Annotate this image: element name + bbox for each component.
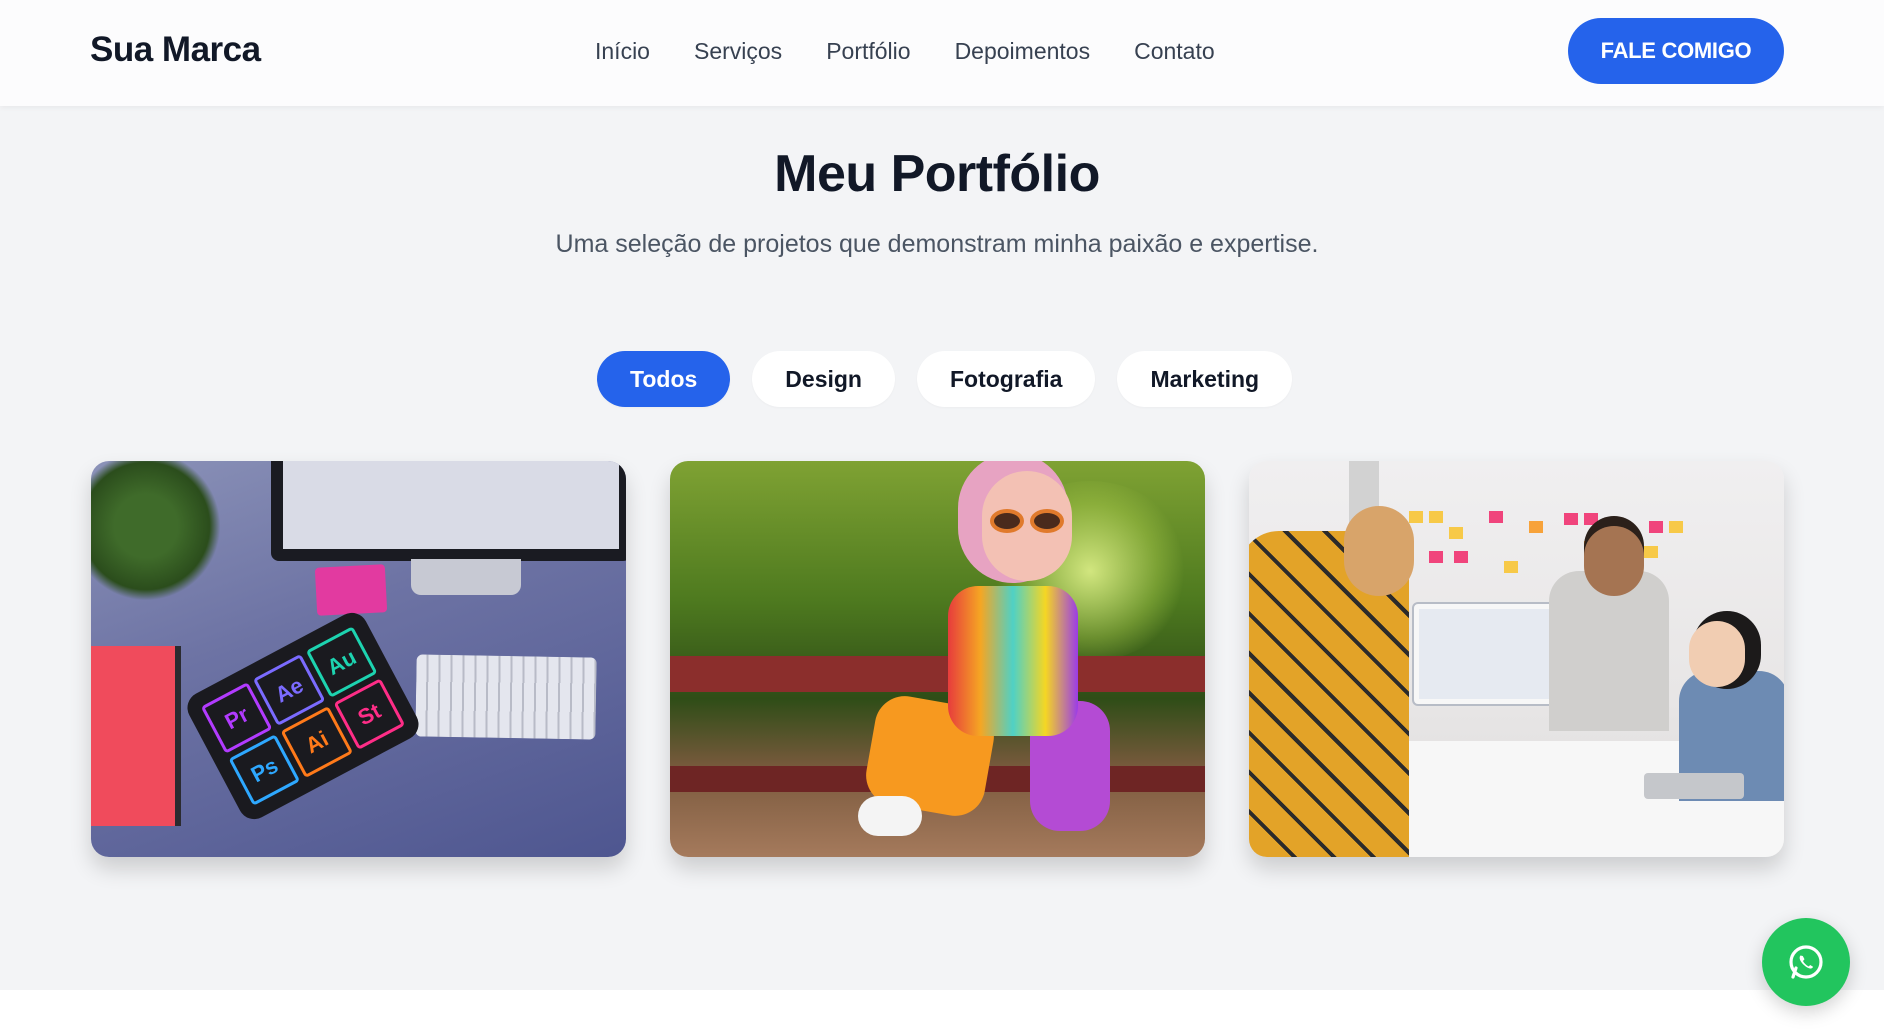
nav-item-depoimentos[interactable]: Depoimentos	[955, 37, 1091, 65]
seated-person-head-graphic	[1689, 621, 1745, 687]
sticky-note	[1649, 521, 1663, 533]
monitor-stand-graphic	[411, 559, 521, 595]
laptop-graphic	[1644, 773, 1744, 799]
plaid-person-head-graphic	[1344, 506, 1414, 596]
book-graphic	[91, 646, 181, 826]
portfolio-item-fotografia[interactable]	[670, 461, 1205, 857]
section-subtitle: Uma seleção de projetos que demonstram m…	[555, 230, 1319, 258]
design-desk-image: Pr Ae Au Ps Ai St	[91, 461, 626, 857]
monitor-graphic	[271, 461, 626, 561]
sticky-note	[1409, 511, 1423, 523]
whatsapp-button[interactable]	[1762, 918, 1850, 1006]
whatsapp-icon	[1789, 945, 1823, 979]
portfolio-filter-bar: Todos Design Fotografia Marketing	[597, 351, 1293, 407]
colorful-jacket-graphic	[948, 586, 1078, 736]
sticky-note	[1489, 511, 1503, 523]
sticky-note	[1454, 551, 1468, 563]
portfolio-grid: Pr Ae Au Ps Ai St	[91, 461, 1784, 857]
sticky-note	[1504, 561, 1518, 573]
nav-item-servicos[interactable]: Serviços	[694, 37, 782, 65]
next-section-start	[0, 990, 1884, 1034]
brand-logo[interactable]: Sua Marca	[90, 30, 261, 70]
tablet-graphic: Pr Ae Au Ps Ai St	[181, 607, 425, 825]
main-nav: Início Serviços Portfólio Depoimentos Co…	[595, 37, 1259, 65]
sticky-note	[1644, 546, 1658, 558]
filter-todos-button[interactable]: Todos	[597, 351, 731, 407]
nav-item-portfolio[interactable]: Portfólio	[826, 37, 910, 65]
site-header: Sua Marca Início Serviços Portfólio Depo…	[0, 0, 1884, 106]
filter-marketing-button[interactable]: Marketing	[1117, 351, 1293, 407]
sticky-note	[1449, 527, 1463, 539]
sticky-note	[1429, 551, 1443, 563]
sticky-note	[1669, 521, 1683, 533]
filter-fotografia-button[interactable]: Fotografia	[916, 351, 1096, 407]
sticky-note	[1584, 513, 1598, 525]
portfolio-section: Meu Portfólio Uma seleção de projetos qu…	[0, 106, 1884, 990]
sticky-note	[1529, 521, 1543, 533]
sticky-note	[1429, 511, 1443, 523]
presenter-head-graphic	[1584, 526, 1644, 596]
portfolio-item-design[interactable]: Pr Ae Au Ps Ai St	[91, 461, 626, 857]
sunglasses-graphic	[990, 509, 1064, 533]
keyboard-graphic	[415, 654, 597, 740]
bench-back-graphic	[670, 656, 1205, 692]
office-meeting-image	[1249, 461, 1784, 857]
sticky-note	[1564, 513, 1578, 525]
contact-cta-button[interactable]: FALE COMIGO	[1568, 18, 1784, 84]
fashion-park-image	[670, 461, 1205, 857]
nav-item-contato[interactable]: Contato	[1134, 37, 1215, 65]
sneaker-graphic	[858, 796, 922, 836]
nav-item-inicio[interactable]: Início	[595, 37, 650, 65]
pink-box-graphic	[314, 564, 388, 616]
plant-graphic	[91, 461, 221, 601]
portfolio-item-marketing[interactable]	[1249, 461, 1784, 857]
section-title: Meu Portfólio	[774, 145, 1100, 203]
filter-design-button[interactable]: Design	[752, 351, 895, 407]
